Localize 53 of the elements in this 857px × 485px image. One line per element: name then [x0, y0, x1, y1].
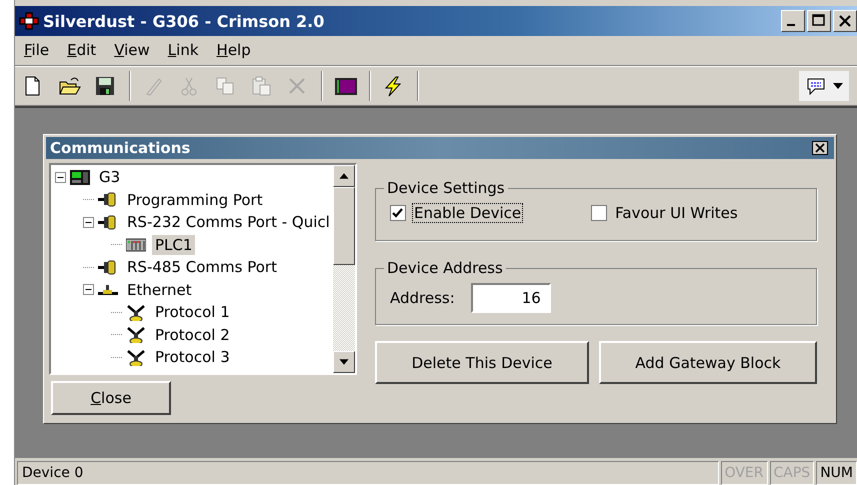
vertical-scrollbar[interactable]: [333, 165, 355, 373]
connector-icon: [98, 214, 118, 231]
menu-item[interactable]: View: [107, 41, 157, 59]
action-button[interactable]: Add Gateway Block: [599, 341, 817, 384]
tree-item[interactable]: RS-485 Comms Port: [124, 257, 280, 278]
connector-icon: [98, 258, 118, 276]
tree-item[interactable]: G3: [96, 167, 124, 188]
tree-item[interactable]: Programming Port: [124, 190, 266, 210]
collapse-icon[interactable]: [83, 284, 94, 296]
address-label: Address:: [390, 289, 455, 307]
menu-item[interactable]: Link: [160, 41, 206, 59]
protocol-connector-icon: [126, 326, 146, 344]
scroll-thumb[interactable]: [333, 187, 355, 265]
menu-item[interactable]: Help: [210, 41, 258, 59]
folder-icon[interactable]: [59, 76, 81, 96]
checkbox-label[interactable]: Enable Device: [412, 203, 524, 223]
key-indicator: NUM: [816, 460, 857, 484]
checkbox[interactable]: [591, 205, 608, 221]
address-field[interactable]: 16: [470, 283, 551, 313]
plc-rack-icon: [126, 236, 146, 254]
help-dropdown-button[interactable]: [799, 71, 849, 101]
tree-item[interactable]: PLC1: [152, 234, 196, 255]
menu-item[interactable]: Edit: [60, 41, 104, 59]
close-button[interactable]: Close: [51, 381, 171, 415]
status-text: Device 0: [17, 460, 719, 484]
connector-icon: [98, 191, 118, 208]
collapse-icon[interactable]: [55, 172, 66, 183]
window-title: Silverdust - G306 - Crimson 2.0: [43, 12, 326, 30]
checkbox-label[interactable]: Favour UI Writes: [613, 203, 740, 223]
tree-item[interactable]: Protocol 2: [152, 324, 233, 345]
scroll-up-button[interactable]: [333, 165, 355, 187]
maximize-button[interactable]: [807, 10, 831, 32]
group-title: Device Settings: [386, 179, 506, 197]
caret-icon: [833, 83, 843, 89]
scroll-down-button[interactable]: [333, 351, 355, 373]
minimize-button[interactable]: [781, 10, 805, 32]
display-panel-icon: [70, 168, 90, 186]
protocol-connector-icon: [126, 348, 146, 366]
menu-item[interactable]: File: [17, 41, 56, 59]
protocol-connector-icon: [126, 304, 146, 321]
collapse-icon[interactable]: [83, 216, 94, 228]
tree-item[interactable]: Protocol 3: [152, 347, 233, 368]
checkbox[interactable]: [390, 205, 406, 221]
tree-item[interactable]: RS-232 Comms Port - Quicl: [124, 212, 333, 232]
tree-item[interactable]: Protocol 1: [152, 302, 233, 322]
tree-item[interactable]: Ethernet: [124, 280, 195, 300]
app-logo-icon: [19, 12, 39, 30]
action-button[interactable]: Delete This Device: [375, 341, 589, 384]
group-title: Device Address: [386, 259, 504, 277]
screen-icon[interactable]: [335, 76, 357, 96]
speech-bubble-icon: [805, 77, 827, 95]
close-button[interactable]: [812, 141, 828, 155]
dialog-title: Communications: [50, 139, 190, 157]
